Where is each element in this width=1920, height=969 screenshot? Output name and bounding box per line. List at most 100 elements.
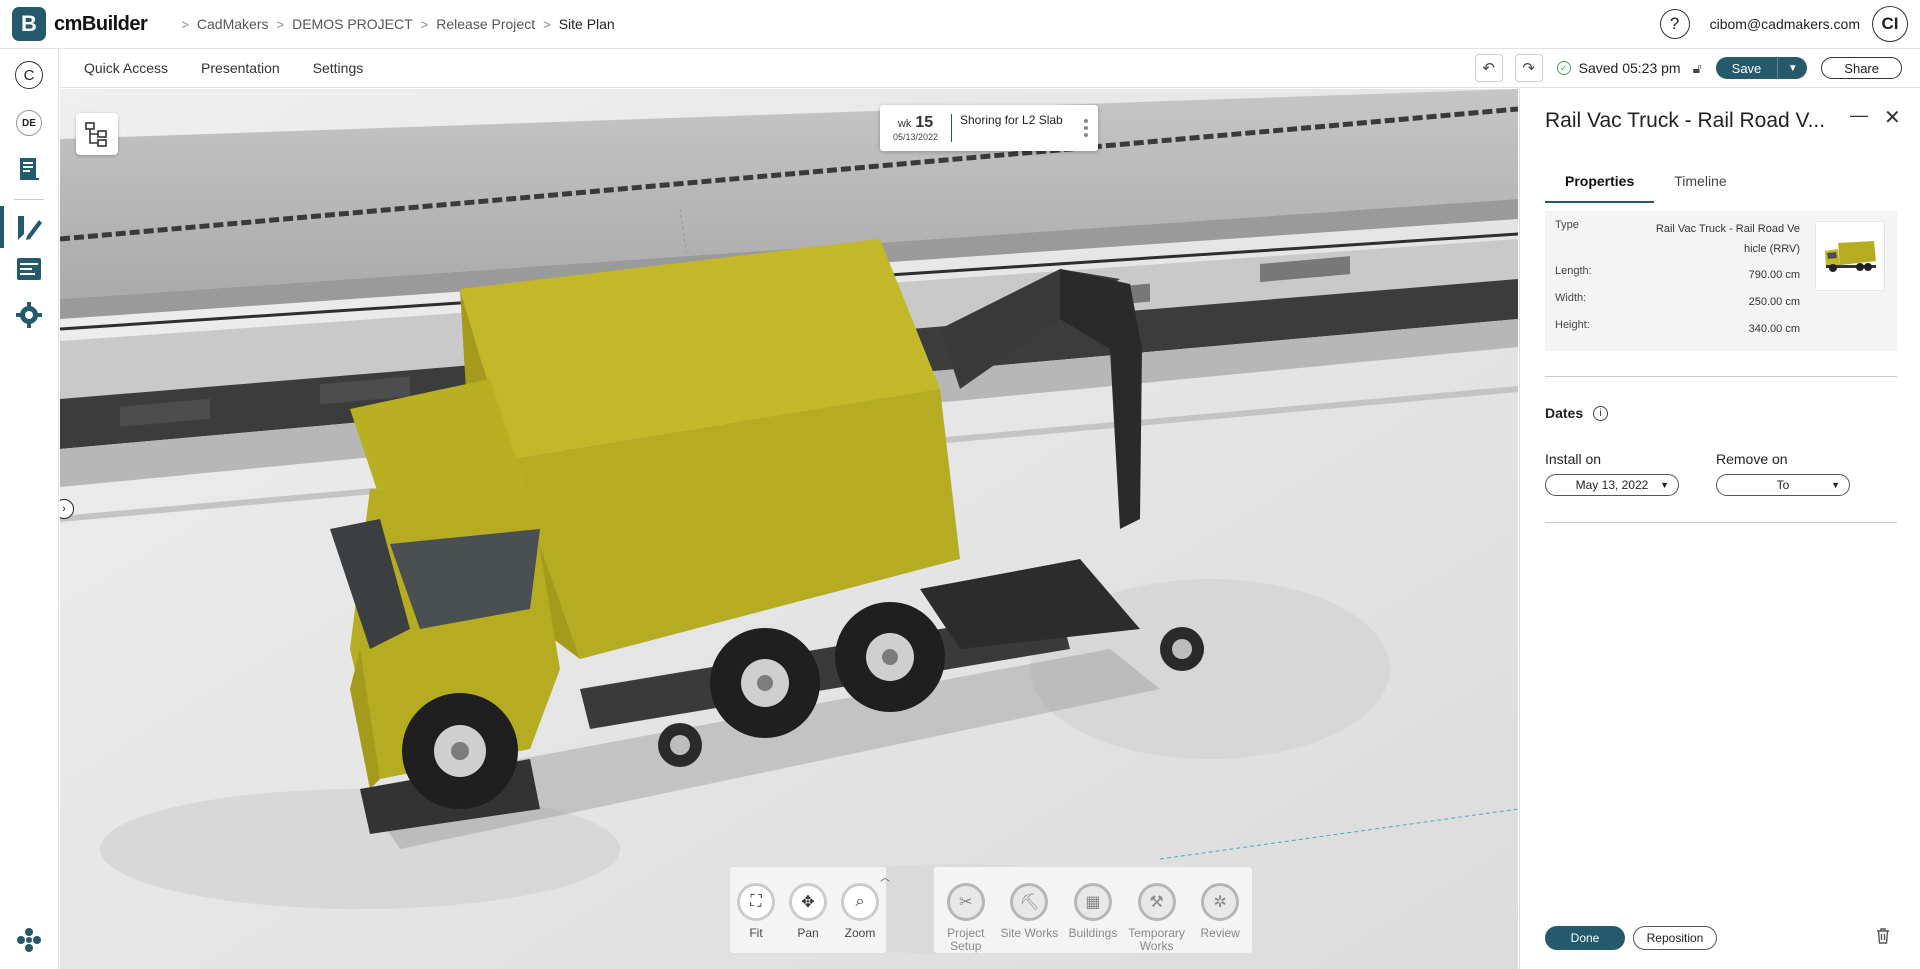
- apps-icon[interactable]: [12, 923, 46, 957]
- breadcrumb-item-project[interactable]: DEMOS PROJECT: [292, 16, 413, 32]
- project-switcher[interactable]: DE: [12, 106, 46, 140]
- prop-height: Height: 340.00 cm: [1555, 319, 1800, 339]
- chevron-right-icon: >: [276, 16, 285, 32]
- week-date: 05/13/2022: [892, 132, 939, 142]
- project-setup-label: Project Setup: [947, 926, 985, 953]
- install-date-value: May 13, 2022: [1575, 478, 1649, 492]
- save-status: ✓ Saved 05:23 pm: [1556, 60, 1681, 76]
- remove-date-select[interactable]: To ▼: [1716, 474, 1850, 496]
- install-label: Install on: [1545, 451, 1602, 467]
- remove-label: Remove on: [1716, 451, 1788, 467]
- scene-tree-button[interactable]: [76, 113, 118, 155]
- save-button[interactable]: Save: [1715, 57, 1778, 79]
- fit-label: Fit: [749, 926, 763, 940]
- chevron-up-icon[interactable]: ︿: [880, 869, 890, 884]
- prop-type-key: Type: [1555, 219, 1579, 231]
- logo-mark: B: [12, 7, 46, 41]
- truck-icon: [1825, 241, 1876, 272]
- schedule-icon[interactable]: [12, 252, 46, 286]
- panel-title: Rail Vac Truck - Rail Road V...: [1545, 109, 1826, 132]
- avatar[interactable]: CI: [1872, 6, 1908, 42]
- help-icon[interactable]: ?: [1659, 9, 1690, 39]
- buildings-control[interactable]: ▦ Buildings: [1063, 883, 1123, 940]
- project-setup-control[interactable]: ✂ Project Setup: [936, 883, 996, 953]
- buildings-label: Buildings: [1068, 926, 1118, 940]
- excavator-icon: ⛏: [1010, 883, 1049, 921]
- reposition-button[interactable]: Reposition: [1633, 926, 1717, 950]
- chevron-right-icon: >: [420, 16, 429, 32]
- week-block: wk 15 05/13/2022: [880, 114, 952, 142]
- dates-title-text: Dates: [1545, 405, 1584, 421]
- review-icon: ✲: [1201, 883, 1240, 921]
- 3d-scene[interactable]: [60, 89, 1518, 969]
- temporary-works-label: Temporary Works: [1128, 926, 1185, 953]
- user-email[interactable]: cibom@cadmakers.com: [1710, 16, 1860, 32]
- remove-date-value: To: [1776, 478, 1790, 492]
- tab-properties[interactable]: Properties: [1545, 173, 1655, 203]
- more-vertical-icon[interactable]: [1084, 118, 1088, 139]
- prop-length: Length: 790.00 cm: [1555, 265, 1800, 285]
- document-icon[interactable]: [12, 152, 46, 186]
- design-tool-icon[interactable]: [12, 210, 46, 244]
- close-icon[interactable]: ✕: [1884, 105, 1901, 130]
- fit-control[interactable]: ⛶ Fit: [730, 883, 782, 940]
- properties-card: Type Rail Vac Truck - Rail Road Ve hicle…: [1545, 211, 1897, 351]
- undo-icon[interactable]: ↶: [1474, 54, 1503, 82]
- rail-divider: [14, 199, 44, 200]
- save-split-button: Save ▼: [1715, 57, 1808, 79]
- 3d-viewport[interactable]: › wk 15 05/13/2022 Shoring for L2 Slab ⛶ …: [60, 89, 1518, 969]
- building-icon: ▦: [1073, 883, 1112, 921]
- prop-type: Type Rail Vac Truck - Rail Road Ve hicle…: [1555, 219, 1800, 259]
- properties-panel: Rail Vac Truck - Rail Road V... — ✕ Prop…: [1519, 89, 1920, 969]
- prop-length-key: Length:: [1555, 265, 1592, 277]
- menu-settings[interactable]: Settings: [313, 60, 364, 76]
- breadcrumb-item-company[interactable]: CadMakers: [197, 16, 269, 32]
- fit-icon: ⛶: [737, 883, 775, 921]
- review-label: Review: [1200, 926, 1240, 940]
- info-icon[interactable]: i: [1593, 405, 1609, 421]
- menu-presentation[interactable]: Presentation: [201, 60, 280, 76]
- tools-icon: ✂: [946, 883, 985, 921]
- install-date-select[interactable]: May 13, 2022 ▼: [1545, 474, 1679, 496]
- project-initials: DE: [16, 110, 42, 136]
- main-toolbar: Quick Access Presentation Settings ↶ ↷ ✓…: [60, 49, 1920, 88]
- week-number: wk 15: [897, 114, 934, 131]
- check-circle-icon: ✓: [1556, 61, 1571, 75]
- prop-height-value: 340.00 cm: [1748, 323, 1800, 335]
- company-initial: C: [15, 61, 43, 89]
- app-logo[interactable]: B cmBuilder: [12, 7, 148, 41]
- prop-type-value: Rail Vac Truck - Rail Road Ve hicle (RRV…: [1655, 223, 1800, 255]
- site-works-control[interactable]: ⛏ Site Works: [999, 883, 1059, 940]
- zoom-icon: ⌕: [841, 883, 879, 921]
- divider: [1545, 376, 1897, 377]
- share-button[interactable]: Share: [1821, 57, 1902, 79]
- panel-tabs: Properties Timeline: [1545, 173, 1900, 203]
- tab-timeline[interactable]: Timeline: [1654, 173, 1746, 203]
- gear-icon[interactable]: [12, 298, 46, 332]
- minimize-icon[interactable]: —: [1850, 105, 1868, 126]
- pan-control[interactable]: ✥ Pan: [782, 883, 834, 940]
- breadcrumb-item-release[interactable]: Release Project: [436, 16, 535, 32]
- company-switcher[interactable]: C: [12, 58, 46, 92]
- temporary-works-control[interactable]: ⚒ Temporary Works: [1127, 883, 1187, 953]
- redo-icon[interactable]: ↷: [1514, 54, 1543, 82]
- menu-quick-access[interactable]: Quick Access: [84, 60, 168, 76]
- prop-width: Width: 250.00 cm: [1555, 292, 1800, 312]
- zoom-control[interactable]: ⌕ Zoom: [834, 883, 886, 940]
- caret-down-icon: ▼: [1660, 480, 1669, 490]
- done-button[interactable]: Done: [1545, 926, 1625, 950]
- site-works-label: Site Works: [1000, 926, 1059, 940]
- schedule-card[interactable]: wk 15 05/13/2022 Shoring for L2 Slab: [880, 105, 1098, 151]
- breadcrumb-item-current: Site Plan: [558, 16, 615, 32]
- lock-icon[interactable]: 🔓︎: [1693, 60, 1702, 77]
- prop-length-value: 790.00 cm: [1748, 269, 1800, 281]
- top-bar: B cmBuilder > CadMakers > DEMOS PROJECT …: [0, 0, 1920, 49]
- breadcrumb: > CadMakers > DEMOS PROJECT > Release Pr…: [173, 16, 614, 32]
- divider: [1545, 522, 1897, 523]
- review-control[interactable]: ✲ Review: [1190, 883, 1250, 940]
- trash-icon[interactable]: [1875, 927, 1891, 950]
- chevron-down-icon[interactable]: ▼: [1777, 57, 1808, 79]
- pan-label: Pan: [797, 926, 819, 940]
- app-name: cmBuilder: [54, 12, 148, 35]
- caret-down-icon: ▼: [1831, 480, 1840, 490]
